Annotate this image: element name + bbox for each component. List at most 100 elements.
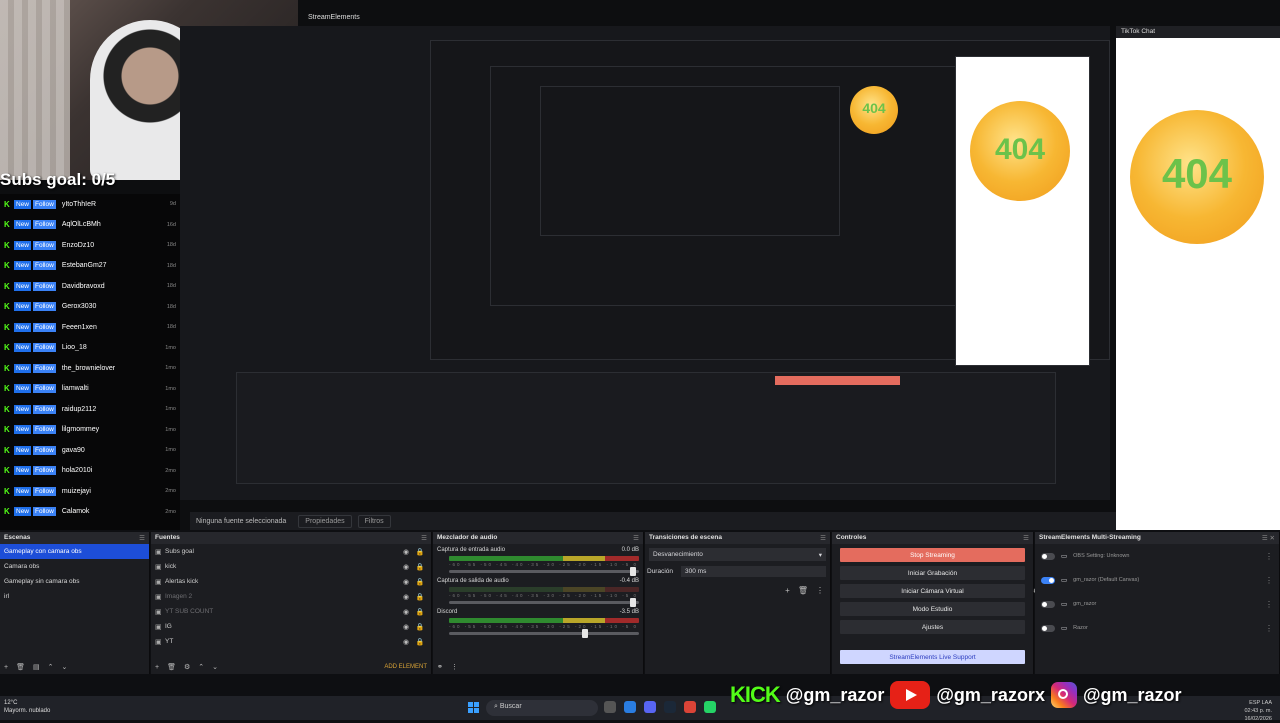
follower-time: 9d [169, 201, 176, 208]
trash-icon[interactable]: 🗑 [167, 663, 176, 671]
source-item[interactable]: ▣ IG ◉ 🔒 [151, 619, 431, 634]
source-type-icon: ▣ [155, 548, 162, 556]
source-item[interactable]: ▣ YT SUB COUNT ◉ 🔒 [151, 604, 431, 619]
source-item[interactable]: ▣ kick ◉ 🔒 [151, 559, 431, 574]
target-toggle[interactable] [1041, 552, 1055, 560]
source-item[interactable]: ▣ Imagen 2 ◉ 🔒 [151, 589, 431, 604]
down-icon[interactable]: ⌄ [61, 663, 67, 671]
eye-icon[interactable]: ◉ [399, 608, 413, 616]
scene-item[interactable]: Gameplay sin camara obs [0, 574, 149, 589]
more-icon[interactable]: ⋮ [451, 663, 458, 671]
eye-icon[interactable]: ◉ [399, 638, 413, 646]
follower-row: K New Follow Gerox3030 18d [0, 297, 180, 318]
whatsapp-icon[interactable] [704, 701, 716, 713]
eye-icon[interactable]: ◉ [399, 548, 413, 556]
trash-icon[interactable]: 🗑 [798, 586, 808, 595]
lock-icon[interactable]: 🔒 [413, 563, 427, 571]
follower-row: K New Follow lilgmommey 1mo [0, 420, 180, 441]
source-item[interactable]: ▣ Subs goal ◉ 🔒 [151, 544, 431, 559]
slider-handle[interactable] [582, 629, 588, 638]
lock-icon[interactable]: 🔒 [413, 638, 427, 646]
lock-icon[interactable]: 🔒 [413, 608, 427, 616]
slider-handle[interactable] [629, 567, 636, 576]
instagram-handle: @gm_razor [1082, 684, 1182, 705]
lock-icon[interactable]: 🔒 [413, 593, 427, 601]
follower-name: hola2010i [61, 467, 93, 475]
more-icon[interactable]: ⋮ [1265, 576, 1273, 585]
dock-menu-icon[interactable]: ☰ [820, 534, 826, 542]
slider-handle[interactable] [629, 598, 636, 607]
eye-icon[interactable]: ◉ [399, 593, 413, 601]
dock-menu-icon[interactable]: ☰ ✕ [1262, 534, 1275, 542]
filter-icon[interactable]: ▤ [33, 663, 40, 671]
lock-icon[interactable]: 🔒 [413, 548, 427, 556]
add-icon[interactable]: + [4, 664, 8, 671]
kick-icon: K [4, 507, 10, 517]
source-item[interactable]: ▣ Alertas kick ◉ 🔒 [151, 574, 431, 589]
transitions-dock: Transiciones de escena ☰ Desvanecimiento ▾… [645, 532, 831, 674]
more-icon[interactable]: ⋮ [1265, 600, 1273, 609]
edge-icon[interactable] [624, 701, 636, 713]
new-badge: New [14, 261, 32, 271]
follower-row: K New Follow hola2010i 2mo [0, 461, 180, 482]
start-recording-button[interactable]: Iniciar Grabación [840, 566, 1025, 580]
dock-menu-icon[interactable]: ☰ [633, 534, 639, 542]
scene-item[interactable]: irl [0, 589, 149, 604]
live-support-button[interactable]: StreamElements Live Support [840, 650, 1025, 664]
trash-icon[interactable]: 🗑 [16, 663, 25, 671]
add-element-button[interactable]: ADD ELEMENT [384, 664, 427, 670]
steam-icon[interactable] [664, 701, 676, 713]
gear-icon[interactable]: ⚙ [184, 663, 190, 671]
virtual-camera-button[interactable]: Iniciar Cámara Virtual⚙ [840, 584, 1039, 598]
settings-button[interactable]: Ajustes [840, 620, 1025, 634]
channel-header: Captura de entrada audio 0.0 dB [437, 547, 639, 553]
nested-layer-3 [540, 86, 840, 236]
target-toggle[interactable] [1041, 624, 1055, 632]
more-icon[interactable]: ⋮ [1265, 552, 1273, 561]
duration-input[interactable]: 300 ms [681, 566, 826, 577]
windows-start-icon[interactable] [468, 702, 479, 713]
volume-slider[interactable] [449, 598, 639, 607]
add-icon[interactable]: + [785, 586, 790, 595]
scenes-toolbar: + 🗑 ▤ ⌃ ⌄ [0, 660, 149, 674]
transition-select[interactable]: Desvanecimiento ▾ [649, 548, 826, 561]
volume-slider[interactable] [449, 567, 639, 576]
lock-icon[interactable]: 🔒 [413, 623, 427, 631]
dock-menu-icon[interactable]: ☰ [421, 534, 427, 542]
target-toggle[interactable] [1041, 600, 1055, 608]
add-icon[interactable]: + [155, 664, 159, 671]
properties-tab[interactable]: Propiedades [298, 514, 352, 528]
follower-name: Davidbravoxd [61, 282, 105, 290]
eye-icon[interactable]: ◉ [399, 578, 413, 586]
studio-mode-button[interactable]: Modo Estudio [840, 602, 1025, 616]
more-icon[interactable]: ⋮ [816, 586, 824, 595]
multistream-title: StreamElements Multi-Streaming [1039, 534, 1141, 541]
up-icon[interactable]: ⌃ [198, 663, 204, 671]
eye-icon[interactable]: ◉ [399, 563, 413, 571]
scene-item[interactable]: Gameplay con camara obs [0, 544, 149, 559]
dock-menu-icon[interactable]: ☰ [139, 534, 145, 542]
lock-icon[interactable]: 🔒 [413, 578, 427, 586]
scene-item[interactable]: Camara obs [0, 559, 149, 574]
dock-menu-icon[interactable]: ☰ [1023, 534, 1029, 542]
kick-icon: K [4, 240, 10, 250]
follower-name: Lioo_18 [61, 344, 87, 352]
link-icon[interactable]: ⚭ [437, 663, 443, 671]
volume-slider[interactable] [449, 629, 639, 638]
task-view-icon[interactable] [604, 701, 616, 713]
source-item[interactable]: ▣ YT ◉ 🔒 [151, 634, 431, 649]
down-icon[interactable]: ⌄ [212, 663, 218, 671]
taskbar-search[interactable]: ⌕ Buscar [486, 700, 598, 716]
discord-icon[interactable] [644, 701, 656, 713]
eye-icon[interactable]: ◉ [399, 623, 413, 631]
more-icon[interactable]: ⋮ [1265, 624, 1273, 633]
channel-name: Discord [437, 609, 458, 615]
stop-streaming-button[interactable]: Stop Streaming [840, 548, 1025, 562]
up-icon[interactable]: ⌃ [48, 663, 54, 671]
chrome-icon[interactable] [684, 701, 696, 713]
follower-row: K New Follow AqlOlLcBMh 16d [0, 215, 180, 236]
youtube-handle: @gm_razorx [936, 684, 1045, 705]
weather-widget[interactable]: 12°C Mayorm. nublado [4, 699, 50, 715]
target-toggle[interactable] [1041, 576, 1055, 584]
filters-tab[interactable]: Filtros [357, 514, 391, 528]
